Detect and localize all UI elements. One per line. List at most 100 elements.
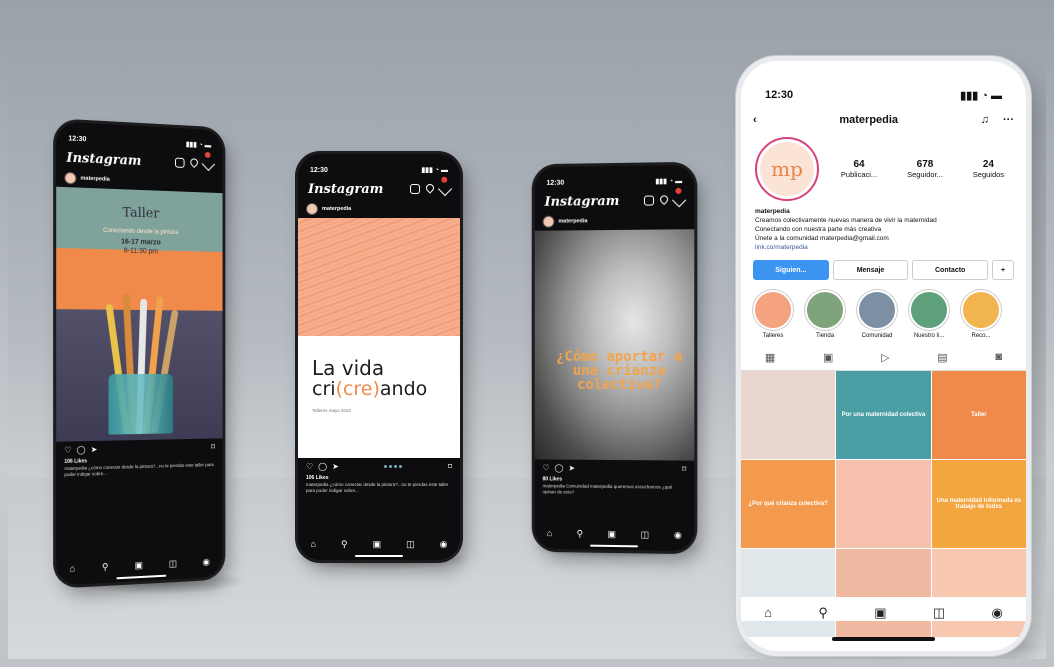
- like-icon[interactable]: ♡: [543, 463, 550, 472]
- grid-post[interactable]: Una maternidad informada es trabajo de t…: [931, 460, 1026, 549]
- back-icon[interactable]: ‹: [753, 114, 757, 126]
- new-post-icon[interactable]: [174, 157, 185, 168]
- shop-icon[interactable]: ◫: [933, 605, 945, 621]
- ig-header: Instagram: [298, 175, 460, 200]
- profile-icon[interactable]: ◉: [991, 605, 1002, 621]
- profile-icon[interactable]: ◉: [202, 557, 209, 568]
- search-icon[interactable]: ⚲: [577, 529, 584, 540]
- phone-4-profile: 12:30 ▮▮▮ ◔ ▬ ‹ materpedia ♫ ··· mp 64 Pu…: [741, 61, 1026, 651]
- post-image[interactable]: La vida cri(cre)ando Talleres mayo 2022: [298, 218, 460, 458]
- post-caption: materpedia Comunidad materpedia queremos…: [542, 483, 673, 495]
- post-question: ¿Cómo aportar a una crianza colectiva?: [556, 348, 683, 394]
- guides-icon[interactable]: ▤: [937, 351, 947, 364]
- post-header: materpedia: [298, 200, 460, 218]
- bookmark-icon[interactable]: ⌑: [211, 442, 215, 451]
- grid-icon[interactable]: ▦: [765, 351, 775, 364]
- heart-icon[interactable]: [424, 182, 436, 194]
- contact-button[interactable]: Contacto: [912, 260, 989, 281]
- home-indicator: [115, 574, 166, 580]
- reels-icon[interactable]: ▣: [135, 560, 143, 571]
- reels-icon[interactable]: ▣: [373, 539, 382, 550]
- highlight-item[interactable]: Tienda: [803, 290, 847, 339]
- shop-icon[interactable]: ◫: [406, 539, 415, 550]
- profile-icon[interactable]: ◉: [440, 539, 448, 550]
- share-icon[interactable]: ➤: [332, 462, 339, 471]
- instagram-logo: Instagram: [66, 149, 142, 169]
- post-username[interactable]: materpedia: [80, 175, 109, 182]
- shop-icon[interactable]: ◫: [169, 558, 177, 569]
- post-username[interactable]: materpedia: [322, 206, 351, 212]
- message-button[interactable]: Mensaje: [832, 260, 909, 281]
- bio-line: Conectando con nuestra parte más creativ…: [755, 226, 882, 234]
- profile-icon[interactable]: ◉: [674, 530, 682, 541]
- search-icon[interactable]: ⚲: [818, 605, 828, 621]
- post-username[interactable]: materpedia: [558, 218, 587, 224]
- new-post-icon[interactable]: [643, 195, 655, 206]
- post-subline: Talleres mayo 2022: [312, 408, 352, 413]
- profile-avatar[interactable]: mp: [755, 137, 819, 201]
- carousel-dots: [384, 465, 403, 468]
- home-icon[interactable]: ⌂: [311, 539, 316, 550]
- instagram-logo: Instagram: [544, 193, 620, 210]
- comment-icon[interactable]: ◯: [77, 445, 86, 454]
- grid-post[interactable]: Por una maternidad colectiva: [836, 371, 931, 460]
- grid-post[interactable]: [931, 549, 1026, 638]
- highlight-item[interactable]: Nuestro li...: [907, 290, 951, 339]
- avatar[interactable]: [64, 171, 77, 185]
- highlight-item[interactable]: Talleres: [751, 290, 795, 339]
- post-header: materpedia: [535, 211, 695, 231]
- highlight-item[interactable]: Comunidad: [855, 290, 899, 339]
- messages-icon[interactable]: [672, 186, 687, 208]
- avatar[interactable]: [542, 215, 555, 228]
- signal-icon: ▮▮▮ ◔ ▬: [655, 178, 683, 186]
- status-time: 12:30: [546, 179, 565, 187]
- shop-icon[interactable]: ◫: [641, 529, 650, 540]
- post-image[interactable]: Taller Conectando desde la pintura 16-17…: [56, 186, 223, 442]
- like-icon[interactable]: ♡: [306, 462, 313, 471]
- heart-icon[interactable]: [188, 156, 200, 169]
- new-post-icon[interactable]: [410, 184, 420, 194]
- messages-icon[interactable]: [437, 175, 453, 197]
- reels-icon[interactable]: ▣: [608, 529, 616, 540]
- grid-post[interactable]: Taller: [931, 371, 1026, 460]
- heart-icon[interactable]: [658, 193, 670, 206]
- following-button[interactable]: Siguien...: [753, 260, 829, 281]
- post-title: Taller: [122, 205, 160, 222]
- like-icon[interactable]: ♡: [64, 445, 71, 454]
- home-indicator: [832, 637, 935, 641]
- bio-link[interactable]: link.co/materpedia: [755, 243, 1012, 252]
- stat-posts[interactable]: 64 Publicaci...: [841, 159, 877, 179]
- grid-post[interactable]: [836, 549, 931, 638]
- stat-following[interactable]: 24 Seguidos: [973, 159, 1004, 179]
- home-icon[interactable]: ⌂: [70, 563, 75, 574]
- grid-post[interactable]: ¿Por qué crianza colectiva?: [741, 460, 836, 549]
- share-icon[interactable]: ➤: [91, 445, 98, 454]
- bottom-nav: ⌂ ⚲ ▣ ◫ ◉: [535, 528, 695, 541]
- more-icon[interactable]: ···: [1003, 114, 1014, 126]
- stat-followers[interactable]: 678 Seguidor...: [907, 159, 943, 179]
- add-user-icon[interactable]: +: [992, 260, 1015, 281]
- search-icon[interactable]: ⚲: [102, 562, 109, 573]
- bookmark-icon[interactable]: ⌑: [682, 465, 686, 474]
- comment-icon[interactable]: ◯: [318, 462, 327, 471]
- highlight-cover: [805, 290, 845, 331]
- highlight-item[interactable]: Reco...: [959, 290, 1003, 339]
- post-image[interactable]: ¿Cómo aportar a una crianza colectiva?: [534, 229, 695, 461]
- avatar[interactable]: [306, 203, 318, 215]
- profile-header: ‹ materpedia ♫ ···: [741, 107, 1026, 133]
- messages-icon[interactable]: [201, 150, 216, 172]
- bookmark-icon[interactable]: ⌑: [448, 462, 452, 471]
- grid-post[interactable]: [741, 371, 836, 460]
- reels-icon[interactable]: ▣: [823, 351, 833, 364]
- grid-post[interactable]: [741, 549, 836, 638]
- bell-icon[interactable]: ♫: [981, 114, 989, 126]
- home-icon[interactable]: ⌂: [547, 528, 552, 539]
- reels-icon[interactable]: ▣: [874, 605, 886, 621]
- comment-icon[interactable]: ◯: [555, 464, 564, 473]
- grid-post[interactable]: [836, 460, 931, 549]
- home-icon[interactable]: ⌂: [764, 605, 772, 621]
- search-icon[interactable]: ⚲: [341, 539, 348, 550]
- tagged-icon[interactable]: ◙: [995, 351, 1002, 364]
- play-icon[interactable]: ▷: [881, 351, 889, 364]
- share-icon[interactable]: ➤: [568, 464, 575, 473]
